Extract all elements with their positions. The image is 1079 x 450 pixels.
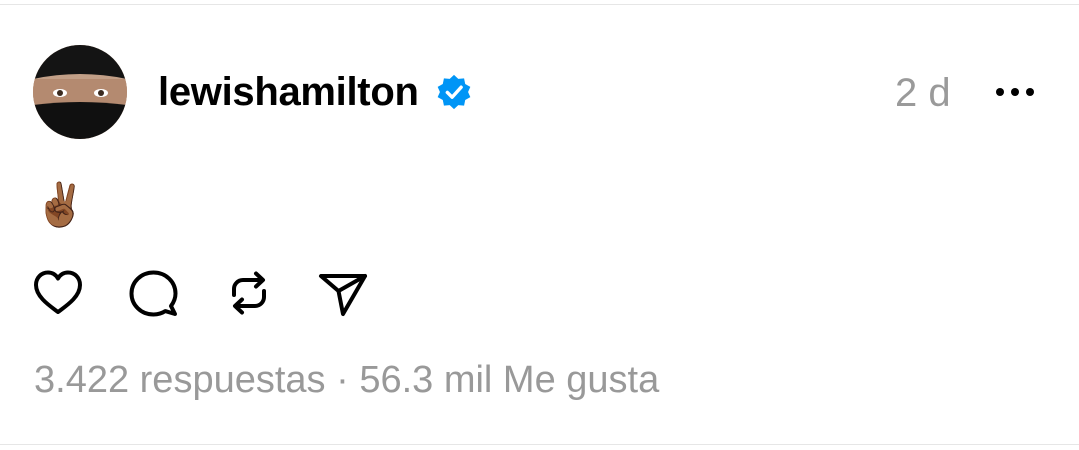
post-stats: 3.422 respuestas · 56.3 mil Me gusta xyxy=(34,354,659,406)
verified-badge-icon xyxy=(437,74,471,110)
top-divider xyxy=(0,4,1079,5)
bottom-divider xyxy=(0,444,1079,445)
avatar-image xyxy=(33,45,127,139)
username[interactable]: lewishamilton xyxy=(158,67,419,117)
post-timestamp: 2 d xyxy=(895,71,951,115)
like-button[interactable] xyxy=(30,265,86,321)
more-options-button[interactable] xyxy=(993,80,1039,104)
stats-separator: · xyxy=(325,359,360,401)
more-options-icon xyxy=(996,88,1034,96)
repost-icon xyxy=(232,271,266,315)
repost-button[interactable] xyxy=(221,265,277,321)
post-text: ✌🏾 xyxy=(34,181,87,228)
heart-icon xyxy=(34,270,82,314)
share-button[interactable] xyxy=(314,265,370,321)
send-icon xyxy=(319,274,367,316)
reply-button[interactable] xyxy=(125,265,181,321)
avatar[interactable] xyxy=(33,45,127,139)
likes-count[interactable]: 56.3 mil Me gusta xyxy=(359,359,659,401)
comment-icon xyxy=(129,270,178,317)
replies-count[interactable]: 3.422 respuestas xyxy=(34,359,326,401)
